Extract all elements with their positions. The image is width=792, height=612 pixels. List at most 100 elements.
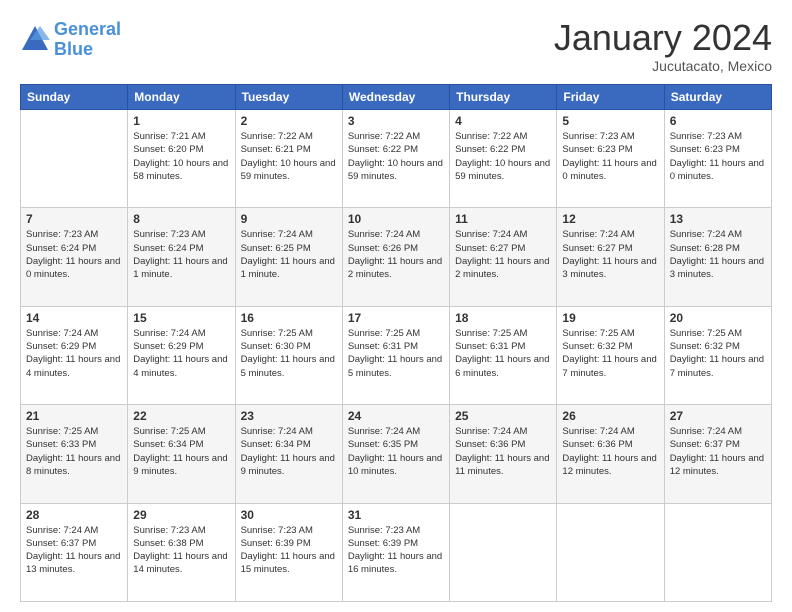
location-title: Jucutacato, Mexico — [554, 58, 772, 74]
logo: General Blue — [20, 20, 121, 60]
day-info: Sunrise: 7:23 AMSunset: 6:23 PMDaylight:… — [562, 130, 658, 183]
day-number: 1 — [133, 114, 229, 128]
day-number: 30 — [241, 508, 337, 522]
day-info: Sunrise: 7:24 AMSunset: 6:36 PMDaylight:… — [455, 425, 551, 478]
day-info: Sunrise: 7:22 AMSunset: 6:22 PMDaylight:… — [455, 130, 551, 183]
day-number: 19 — [562, 311, 658, 325]
day-number: 20 — [670, 311, 766, 325]
page: General Blue January 2024 Jucutacato, Me… — [0, 0, 792, 612]
calendar-cell: 9 Sunrise: 7:24 AMSunset: 6:25 PMDaylight… — [235, 208, 342, 306]
day-info: Sunrise: 7:24 AMSunset: 6:26 PMDaylight:… — [348, 228, 444, 281]
day-info: Sunrise: 7:24 AMSunset: 6:37 PMDaylight:… — [26, 524, 122, 577]
day-number: 13 — [670, 212, 766, 226]
week-row-2: 7Sunrise: 7:23 AMSunset: 6:24 PMDaylight… — [21, 208, 772, 306]
day-number: 8 — [133, 212, 229, 226]
header-monday: Monday — [128, 85, 235, 110]
calendar-cell: 14Sunrise: 7:24 AMSunset: 6:29 PMDayligh… — [21, 306, 128, 404]
calendar-cell: 18Sunrise: 7:25 AMSunset: 6:31 PMDayligh… — [450, 306, 557, 404]
header-tuesday: Tuesday — [235, 85, 342, 110]
calendar-cell: 30Sunrise: 7:23 AMSunset: 6:39 PMDayligh… — [235, 503, 342, 601]
day-number: 27 — [670, 409, 766, 423]
day-info: Sunrise: 7:22 AMSunset: 6:22 PMDaylight:… — [348, 130, 444, 183]
calendar-cell: 10 Sunrise: 7:24 AMSunset: 6:26 PMDayligh… — [342, 208, 449, 306]
day-info: Sunrise: 7:23 AMSunset: 6:24 PMDaylight:… — [26, 228, 122, 281]
day-number: 21 — [26, 409, 122, 423]
day-info: Sunrise: 7:23 AMSunset: 6:24 PMDaylight:… — [133, 228, 229, 281]
day-number: 18 — [455, 311, 551, 325]
day-number: 4 — [455, 114, 551, 128]
day-info: Sunrise: 7:25 AMSunset: 6:32 PMDaylight:… — [562, 327, 658, 380]
day-number: 28 — [26, 508, 122, 522]
calendar-cell — [21, 110, 128, 208]
calendar-cell: 24 Sunrise: 7:24 AMSunset: 6:35 PMDayligh… — [342, 405, 449, 503]
calendar-cell: 21 Sunrise: 7:25 AMSunset: 6:33 PMDayligh… — [21, 405, 128, 503]
calendar-cell: 5Sunrise: 7:23 AMSunset: 6:23 PMDaylight… — [557, 110, 664, 208]
day-number: 17 — [348, 311, 444, 325]
calendar-cell: 31Sunrise: 7:23 AMSunset: 6:39 PMDayligh… — [342, 503, 449, 601]
header-wednesday: Wednesday — [342, 85, 449, 110]
header-friday: Friday — [557, 85, 664, 110]
day-number: 25 — [455, 409, 551, 423]
header-saturday: Saturday — [664, 85, 771, 110]
calendar-cell: 27Sunrise: 7:24 AMSunset: 6:37 PMDayligh… — [664, 405, 771, 503]
header: General Blue January 2024 Jucutacato, Me… — [20, 20, 772, 74]
calendar-cell: 12 Sunrise: 7:24 AMSunset: 6:27 PMDayligh… — [557, 208, 664, 306]
calendar-cell: 2 Sunrise: 7:22 AMSunset: 6:21 PMDaylight… — [235, 110, 342, 208]
calendar-cell: 15Sunrise: 7:24 AMSunset: 6:29 PMDayligh… — [128, 306, 235, 404]
month-title: January 2024 — [554, 20, 772, 56]
logo-line1: General — [54, 19, 121, 39]
day-info: Sunrise: 7:22 AMSunset: 6:21 PMDaylight:… — [241, 130, 337, 183]
logo-text: General Blue — [54, 20, 121, 60]
week-row-1: 1Sunrise: 7:21 AMSunset: 6:20 PMDaylight… — [21, 110, 772, 208]
week-row-3: 14Sunrise: 7:24 AMSunset: 6:29 PMDayligh… — [21, 306, 772, 404]
calendar-cell — [557, 503, 664, 601]
day-number: 10 — [348, 212, 444, 226]
title-section: January 2024 Jucutacato, Mexico — [554, 20, 772, 74]
calendar-cell: 25 Sunrise: 7:24 AMSunset: 6:36 PMDayligh… — [450, 405, 557, 503]
calendar-cell: 6 Sunrise: 7:23 AMSunset: 6:23 PMDaylight… — [664, 110, 771, 208]
week-row-5: 28 Sunrise: 7:24 AMSunset: 6:37 PMDayligh… — [21, 503, 772, 601]
calendar-cell: 16Sunrise: 7:25 AMSunset: 6:30 PMDayligh… — [235, 306, 342, 404]
calendar-cell: 1Sunrise: 7:21 AMSunset: 6:20 PMDaylight… — [128, 110, 235, 208]
week-row-4: 21 Sunrise: 7:25 AMSunset: 6:33 PMDayligh… — [21, 405, 772, 503]
calendar-cell: 23Sunrise: 7:24 AMSunset: 6:34 PMDayligh… — [235, 405, 342, 503]
calendar-cell — [450, 503, 557, 601]
day-info: Sunrise: 7:24 AMSunset: 6:28 PMDaylight:… — [670, 228, 766, 281]
day-info: Sunrise: 7:25 AMSunset: 6:30 PMDaylight:… — [241, 327, 337, 380]
calendar-cell: 26Sunrise: 7:24 AMSunset: 6:36 PMDayligh… — [557, 405, 664, 503]
calendar-cell: 28 Sunrise: 7:24 AMSunset: 6:37 PMDayligh… — [21, 503, 128, 601]
day-info: Sunrise: 7:24 AMSunset: 6:35 PMDaylight:… — [348, 425, 444, 478]
calendar-cell: 17Sunrise: 7:25 AMSunset: 6:31 PMDayligh… — [342, 306, 449, 404]
day-info: Sunrise: 7:23 AMSunset: 6:38 PMDaylight:… — [133, 524, 229, 577]
calendar-cell: 22 Sunrise: 7:25 AMSunset: 6:34 PMDayligh… — [128, 405, 235, 503]
day-info: Sunrise: 7:24 AMSunset: 6:27 PMDaylight:… — [455, 228, 551, 281]
calendar-cell: 4 Sunrise: 7:22 AMSunset: 6:22 PMDaylight… — [450, 110, 557, 208]
day-info: Sunrise: 7:25 AMSunset: 6:32 PMDaylight:… — [670, 327, 766, 380]
day-info: Sunrise: 7:25 AMSunset: 6:33 PMDaylight:… — [26, 425, 122, 478]
day-number: 14 — [26, 311, 122, 325]
day-number: 12 — [562, 212, 658, 226]
day-info: Sunrise: 7:24 AMSunset: 6:27 PMDaylight:… — [562, 228, 658, 281]
calendar-cell: 8 Sunrise: 7:23 AMSunset: 6:24 PMDaylight… — [128, 208, 235, 306]
header-sunday: Sunday — [21, 85, 128, 110]
day-info: Sunrise: 7:24 AMSunset: 6:36 PMDaylight:… — [562, 425, 658, 478]
day-info: Sunrise: 7:23 AMSunset: 6:23 PMDaylight:… — [670, 130, 766, 183]
calendar-cell: 29Sunrise: 7:23 AMSunset: 6:38 PMDayligh… — [128, 503, 235, 601]
logo-icon — [20, 24, 50, 52]
calendar-table: Sunday Monday Tuesday Wednesday Thursday… — [20, 84, 772, 602]
day-number: 11 — [455, 212, 551, 226]
day-number: 9 — [241, 212, 337, 226]
day-number: 22 — [133, 409, 229, 423]
day-info: Sunrise: 7:24 AMSunset: 6:25 PMDaylight:… — [241, 228, 337, 281]
day-number: 6 — [670, 114, 766, 128]
calendar-cell: 7Sunrise: 7:23 AMSunset: 6:24 PMDaylight… — [21, 208, 128, 306]
day-number: 2 — [241, 114, 337, 128]
day-number: 23 — [241, 409, 337, 423]
calendar-cell — [664, 503, 771, 601]
calendar-cell: 20 Sunrise: 7:25 AMSunset: 6:32 PMDayligh… — [664, 306, 771, 404]
day-number: 24 — [348, 409, 444, 423]
calendar-cell: 11 Sunrise: 7:24 AMSunset: 6:27 PMDayligh… — [450, 208, 557, 306]
day-number: 15 — [133, 311, 229, 325]
calendar-cell: 13 Sunrise: 7:24 AMSunset: 6:28 PMDayligh… — [664, 208, 771, 306]
day-info: Sunrise: 7:25 AMSunset: 6:34 PMDaylight:… — [133, 425, 229, 478]
